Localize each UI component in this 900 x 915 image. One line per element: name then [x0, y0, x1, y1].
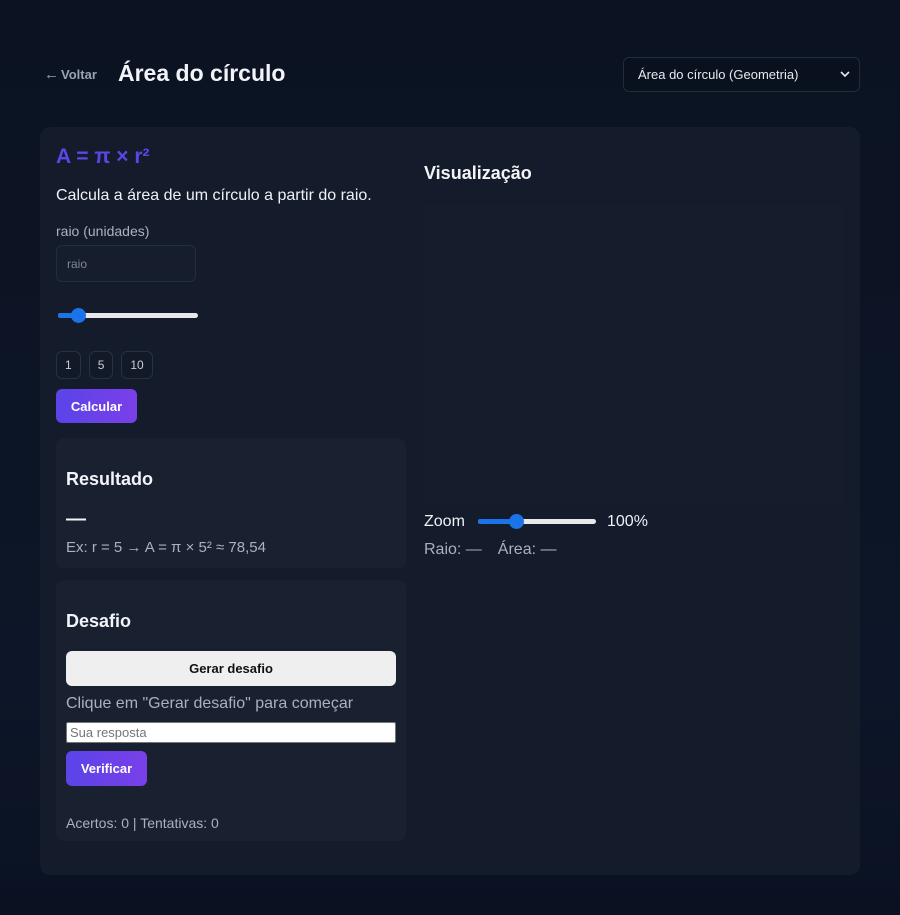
back-link[interactable]: ← Voltar [44, 66, 97, 83]
topic-select-value: Área do círculo (Geometria) [638, 67, 799, 82]
raio-slider[interactable] [58, 308, 198, 323]
preset-button-10[interactable]: 10 [121, 351, 153, 379]
result-title: Resultado [66, 469, 154, 489]
raio-label: raio (unidades) [56, 223, 150, 239]
challenge-prompt: Clique em "Gerar desafio" para começar [66, 695, 354, 712]
description: Calcula a área de um círculo a partir do… [56, 187, 372, 204]
answer-input[interactable] [66, 722, 396, 743]
score-text: Acertos: 0 | Tentativas: 0 [66, 815, 219, 831]
back-label: Voltar [61, 67, 97, 82]
challenge-panel: Desafio Gerar desafio Clique em "Gerar d… [56, 580, 406, 841]
visualization-canvas[interactable] [424, 204, 844, 504]
zoom-control: Zoom 100% [424, 512, 844, 532]
radius-stat: Raio: — [424, 541, 482, 558]
result-example: Ex: r = 5 → A = π × 5² ≈ 78,54 [66, 539, 266, 556]
challenge-title: Desafio [66, 611, 132, 631]
visualization-title: Visualização [424, 163, 532, 183]
calculate-button[interactable]: Calcular [56, 389, 137, 423]
topic-select[interactable]: Área do círculo (Geometria) [623, 57, 860, 92]
chevron-down-icon [840, 71, 850, 78]
zoom-value: 100% [607, 513, 648, 530]
formula: A = π × r² [56, 145, 150, 168]
preset-buttons: 1 5 10 [56, 351, 153, 379]
result-panel: Resultado — Ex: r = 5 → A = π × 5² ≈ 78,… [56, 438, 406, 568]
raio-input[interactable] [56, 245, 196, 282]
page-title: Área do círculo [118, 60, 286, 86]
page-header: ← Voltar Área do círculo Área do círculo… [40, 56, 860, 92]
zoom-label: Zoom [424, 513, 465, 530]
visualization-stats: Raio: — Área: — [424, 541, 556, 559]
zoom-slider[interactable] [478, 514, 596, 529]
verify-button[interactable]: Verificar [66, 751, 147, 786]
area-stat: Área: — [497, 541, 557, 558]
arrow-left-icon: ← [44, 66, 59, 83]
zoom-slider-thumb[interactable] [508, 514, 524, 529]
preset-button-5[interactable]: 5 [88, 351, 114, 379]
main-card: A = π × r² Calcula a área de um círculo … [40, 127, 860, 875]
preset-button-1[interactable]: 1 [56, 351, 81, 379]
slider-thumb[interactable] [70, 308, 86, 323]
result-value: — [66, 508, 86, 530]
generate-challenge-button[interactable]: Gerar desafio [66, 651, 396, 686]
